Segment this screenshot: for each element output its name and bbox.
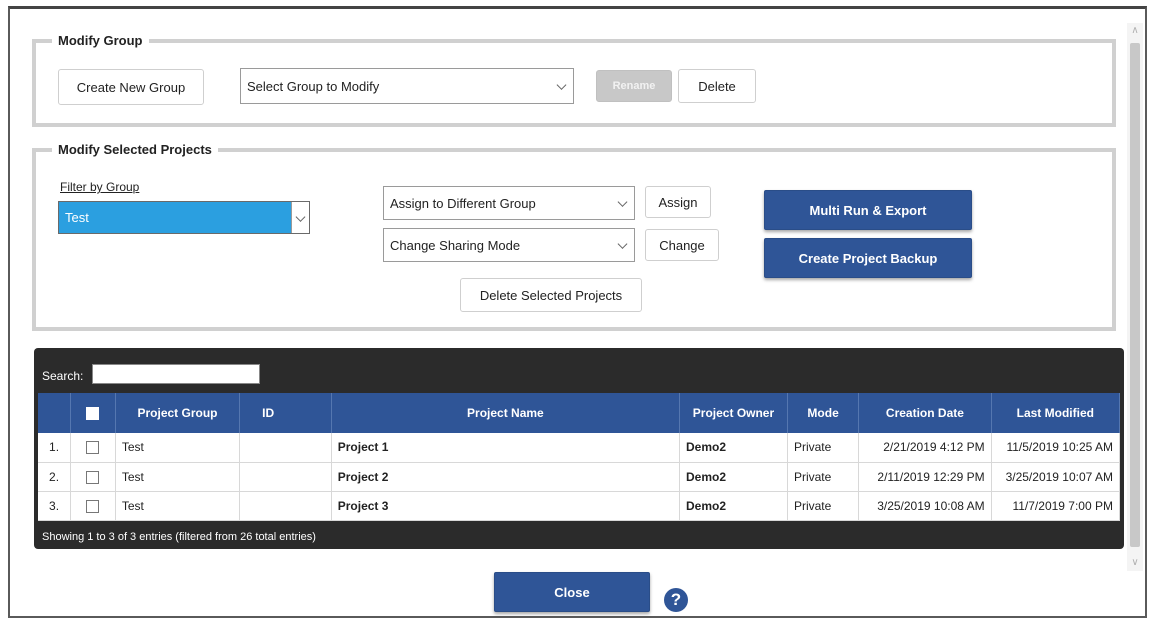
project-group-cell: Test (115, 433, 241, 463)
mode-cell: Private (787, 433, 860, 463)
search-label: Search: (42, 369, 84, 383)
project-manager-dialog: Modify Group Create New Group Select Gro… (8, 6, 1147, 618)
mode-cell: Private (787, 491, 860, 521)
project-name-cell: Project 3 (331, 491, 681, 521)
id-cell (239, 462, 332, 492)
assign-group-value: Assign to Different Group (390, 195, 536, 211)
chevron-down-icon[interactable]: ∨ (1127, 555, 1143, 571)
row-checkbox-cell[interactable] (70, 433, 116, 463)
last-modified-cell: 11/5/2019 10:25 AM (991, 433, 1121, 463)
filter-by-group-label: Filter by Group (60, 180, 140, 194)
row-number: 3. (38, 491, 72, 521)
creation-date-cell: 3/25/2019 10:08 AM (858, 491, 992, 521)
row-number: 1. (38, 433, 72, 463)
select-group-value: Select Group to Modify (247, 78, 380, 94)
chevron-up-icon[interactable]: ∧ (1127, 23, 1143, 39)
row-checkbox-cell[interactable] (70, 462, 116, 492)
table-header-row: Project Group ID Project Name Project Ow… (38, 393, 1121, 433)
filter-by-group-dropdown[interactable]: Test (58, 201, 310, 234)
row-checkbox[interactable] (86, 499, 100, 513)
id-cell (239, 433, 332, 463)
sharing-mode-value: Change Sharing Mode (390, 237, 521, 253)
project-owner-cell: Demo2 (679, 491, 788, 521)
chevron-down-icon (617, 197, 628, 207)
project-owner-cell: Demo2 (679, 462, 788, 492)
select-group-dropdown[interactable]: Select Group to Modify (240, 68, 574, 104)
select-all-checkbox[interactable] (86, 406, 100, 420)
multi-run-export-button[interactable]: Multi Run & Export (764, 190, 972, 230)
chevron-down-icon (617, 239, 628, 249)
search-input[interactable] (92, 364, 260, 384)
projects-table-panel: Search: Project Group ID Project Name Pr… (34, 348, 1124, 549)
creation-date-cell: 2/21/2019 4:12 PM (858, 433, 992, 463)
column-header-index (38, 393, 72, 433)
row-checkbox-cell[interactable] (70, 491, 116, 521)
mode-cell: Private (787, 462, 860, 492)
delete-selected-projects-button[interactable]: Delete Selected Projects (460, 278, 642, 312)
last-modified-cell: 3/25/2019 10:07 AM (991, 462, 1121, 492)
row-checkbox[interactable] (86, 441, 100, 455)
id-cell (239, 491, 332, 521)
help-question-icon[interactable]: ? (664, 588, 688, 612)
assign-button[interactable]: Assign (645, 186, 711, 218)
projects-table: Project Group ID Project Name Project Ow… (38, 393, 1121, 521)
column-header-project-name[interactable]: Project Name (331, 393, 681, 433)
modify-group-legend: Modify Group (52, 33, 149, 48)
modify-projects-legend: Modify Selected Projects (52, 142, 218, 157)
column-header-mode[interactable]: Mode (787, 393, 860, 433)
creation-date-cell: 2/11/2019 12:29 PM (858, 462, 992, 492)
table-info-footer: Showing 1 to 3 of 3 entries (filtered fr… (42, 531, 316, 543)
create-project-backup-button[interactable]: Create Project Backup (764, 238, 972, 278)
row-number: 2. (38, 462, 72, 492)
project-owner-cell: Demo2 (679, 433, 788, 463)
project-group-cell: Test (115, 462, 241, 492)
last-modified-cell: 11/7/2019 7:00 PM (991, 491, 1121, 521)
filter-by-group-value: Test (65, 210, 89, 225)
close-button[interactable]: Close (494, 572, 650, 612)
modify-group-section: Modify Group Create New Group Select Gro… (32, 33, 1116, 127)
column-header-creation-date[interactable]: Creation Date (858, 393, 992, 433)
table-row[interactable]: 3. Test Project 3 Demo2 Private 3/25/201… (38, 491, 1121, 521)
chevron-down-icon (556, 80, 567, 90)
column-header-project-owner[interactable]: Project Owner (679, 393, 788, 433)
change-button[interactable]: Change (645, 229, 719, 261)
column-header-project-group[interactable]: Project Group (115, 393, 241, 433)
delete-group-button[interactable]: Delete (678, 69, 756, 103)
create-new-group-button[interactable]: Create New Group (58, 69, 204, 105)
column-header-select-all[interactable] (70, 393, 116, 433)
column-header-id[interactable]: ID (239, 393, 332, 433)
scrollbar-thumb[interactable] (1130, 43, 1140, 547)
modify-projects-section: Modify Selected Projects Filter by Group… (32, 142, 1116, 331)
chevron-down-icon (295, 211, 306, 222)
dropdown-arrow-box (291, 202, 309, 233)
project-name-cell: Project 2 (331, 462, 681, 492)
project-name-cell: Project 1 (331, 433, 681, 463)
row-checkbox[interactable] (86, 470, 100, 484)
assign-group-dropdown[interactable]: Assign to Different Group (383, 186, 635, 220)
sharing-mode-dropdown[interactable]: Change Sharing Mode (383, 228, 635, 262)
rename-button[interactable]: Rename (596, 70, 672, 102)
table-row[interactable]: 1. Test Project 1 Demo2 Private 2/21/201… (38, 433, 1121, 463)
vertical-scrollbar[interactable]: ∧ ∨ (1127, 23, 1143, 571)
table-row[interactable]: 2. Test Project 2 Demo2 Private 2/11/201… (38, 462, 1121, 492)
column-header-last-modified[interactable]: Last Modified (991, 393, 1121, 433)
project-group-cell: Test (115, 491, 241, 521)
